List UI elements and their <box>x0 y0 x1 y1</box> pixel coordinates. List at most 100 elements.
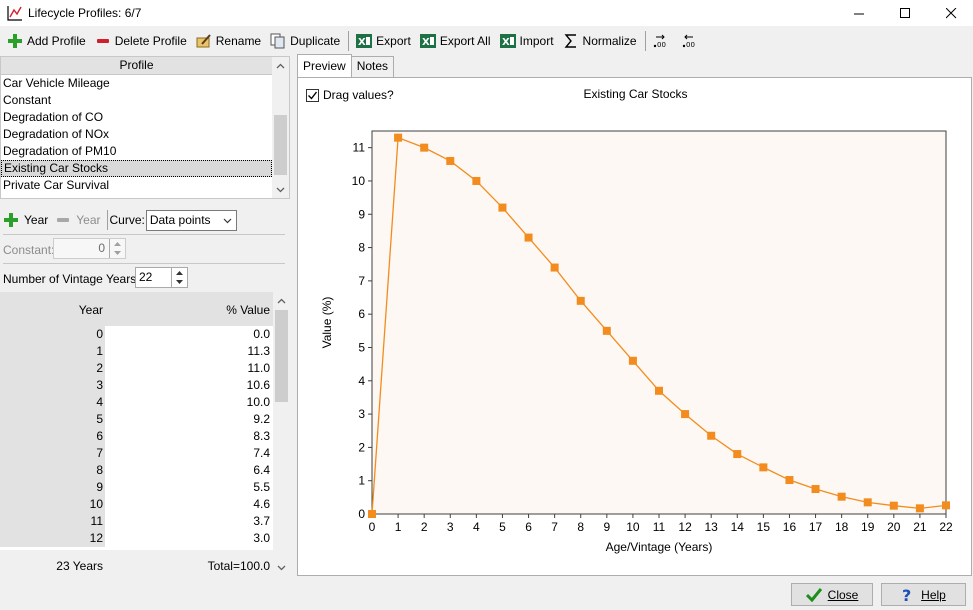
vintage-years-value[interactable]: 22 <box>139 270 152 284</box>
table-row[interactable]: 2 11.0 <box>0 360 273 377</box>
spin-up-icon[interactable] <box>110 239 125 249</box>
toolbar-separator <box>348 31 350 51</box>
import-button[interactable]: X Import <box>496 30 558 52</box>
scroll-down-icon[interactable] <box>273 559 290 576</box>
data-point[interactable] <box>942 501 950 510</box>
scroll-up-icon[interactable] <box>272 57 289 74</box>
data-point[interactable] <box>420 143 429 152</box>
table-row[interactable]: 7 7.4 <box>0 445 273 462</box>
add-profile-button[interactable]: Add Profile <box>3 30 90 52</box>
decrease-decimals-button[interactable]: 00 <box>678 30 706 52</box>
profile-item[interactable]: Car Vehicle Mileage <box>1 75 272 92</box>
profile-item[interactable]: Degradation of NOx <box>1 126 272 143</box>
value-cell[interactable]: 8.3 <box>105 428 273 445</box>
profile-list-scrollbar[interactable] <box>272 57 289 198</box>
value-cell[interactable]: 9.2 <box>105 411 273 428</box>
value-cell[interactable]: 11.3 <box>105 343 273 360</box>
table-row[interactable]: 6 8.3 <box>0 428 273 445</box>
profile-item[interactable]: Degradation of CO <box>1 109 272 126</box>
data-point[interactable] <box>446 156 455 165</box>
vintage-years-spinner[interactable]: 22 <box>135 267 188 288</box>
table-row[interactable]: 8 6.4 <box>0 462 273 479</box>
spin-up-icon[interactable] <box>172 268 187 278</box>
data-point[interactable] <box>368 510 376 518</box>
table-row[interactable]: 12 3.0 <box>0 530 273 547</box>
table-row[interactable]: 10 4.6 <box>0 496 273 513</box>
table-row[interactable]: 11 3.7 <box>0 513 273 530</box>
value-cell[interactable]: 5.5 <box>105 479 273 496</box>
x-tick-label: 22 <box>939 520 953 534</box>
x-tick-label: 18 <box>835 520 849 534</box>
data-point[interactable] <box>472 176 481 185</box>
data-point[interactable] <box>915 504 924 513</box>
data-point[interactable] <box>655 386 663 395</box>
normalize-button[interactable]: Normalize <box>559 30 641 52</box>
curve-select[interactable]: Data points <box>145 209 237 231</box>
table-scrollbar[interactable] <box>273 292 290 576</box>
data-point[interactable] <box>785 476 794 485</box>
profile-item[interactable]: Constant <box>1 92 272 109</box>
table-row[interactable]: 4 10.0 <box>0 394 273 411</box>
value-cell[interactable]: 0.0 <box>105 326 273 343</box>
table-row[interactable]: 9 5.5 <box>0 479 273 496</box>
scroll-thumb[interactable] <box>275 310 288 402</box>
value-cell[interactable]: 3.7 <box>105 513 273 530</box>
export-all-button[interactable]: X Export All <box>416 30 495 52</box>
data-point[interactable] <box>628 356 637 365</box>
maximize-button[interactable] <box>882 0 928 26</box>
delete-profile-button[interactable]: Delete Profile <box>91 30 191 52</box>
export-button[interactable]: X Export <box>352 30 415 52</box>
data-point[interactable] <box>602 326 611 335</box>
data-point[interactable] <box>759 463 768 472</box>
profile-item-selected[interactable]: Existing Car Stocks <box>1 160 272 177</box>
data-point[interactable] <box>550 263 559 272</box>
table-row[interactable]: 1 11.3 <box>0 343 273 360</box>
profile-item[interactable]: Degradation of PM10 <box>1 143 272 160</box>
data-point[interactable] <box>576 296 585 305</box>
data-point[interactable] <box>837 492 846 501</box>
data-point[interactable] <box>733 450 742 459</box>
value-cell[interactable]: 4.6 <box>105 496 273 513</box>
svg-text:00: 00 <box>657 41 666 49</box>
rename-button[interactable]: Rename <box>192 30 265 52</box>
constant-spinner[interactable]: 0 <box>53 238 126 259</box>
chart[interactable]: 0 1 2 3 4 5 6 7 8 9 10 11 12 13 14 15 16 17 18 19 20 21 220123… <box>298 78 971 575</box>
spinner-arrows[interactable] <box>171 268 187 287</box>
value-cell[interactable]: 3.0 <box>105 530 273 547</box>
increase-decimals-button[interactable]: 00 <box>649 30 677 52</box>
data-point[interactable] <box>889 501 898 510</box>
value-cell[interactable]: 7.4 <box>105 445 273 462</box>
remove-year-button[interactable]: Year <box>52 209 104 231</box>
data-point[interactable] <box>681 410 690 419</box>
help-button[interactable]: ? Help <box>881 583 966 606</box>
close-window-button[interactable] <box>928 0 973 26</box>
table-row[interactable]: 5 9.2 <box>0 411 273 428</box>
scroll-up-icon[interactable] <box>273 292 290 309</box>
scroll-down-icon[interactable] <box>272 181 289 198</box>
minimize-button[interactable] <box>836 0 882 26</box>
scroll-thumb[interactable] <box>274 115 287 175</box>
tab-preview[interactable]: Preview <box>297 54 352 77</box>
add-year-button[interactable]: Year <box>0 209 52 231</box>
value-cell[interactable]: 10.0 <box>105 394 273 411</box>
spin-down-icon[interactable] <box>110 249 125 259</box>
value-cell[interactable]: 10.6 <box>105 377 273 394</box>
constant-label: Constant: <box>3 243 55 257</box>
tab-notes[interactable]: Notes <box>350 56 395 77</box>
spin-down-icon[interactable] <box>172 278 187 288</box>
spinner-arrows[interactable] <box>109 239 125 258</box>
data-point[interactable] <box>863 498 872 507</box>
close-button[interactable]: Close <box>791 583 873 606</box>
table-row[interactable]: 3 10.6 <box>0 377 273 394</box>
data-point[interactable] <box>707 431 716 440</box>
year-cell: 12 <box>0 530 105 547</box>
data-point[interactable] <box>811 485 820 494</box>
value-cell[interactable]: 6.4 <box>105 462 273 479</box>
table-row[interactable]: 0 0.0 <box>0 326 273 343</box>
data-point[interactable] <box>394 133 403 142</box>
duplicate-button[interactable]: Duplicate <box>266 30 344 52</box>
data-point[interactable] <box>524 233 533 242</box>
value-cell[interactable]: 11.0 <box>105 360 273 377</box>
profile-item[interactable]: Private Car Survival <box>1 177 272 194</box>
data-point[interactable] <box>498 203 507 212</box>
